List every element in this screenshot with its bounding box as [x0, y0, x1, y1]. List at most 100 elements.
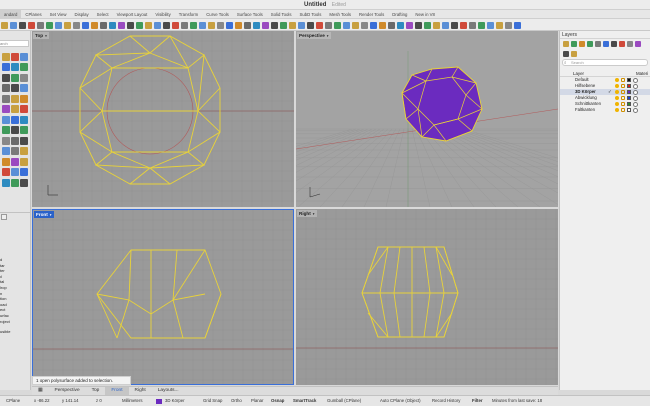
- palette-tool-icon[interactable]: [20, 168, 28, 176]
- toolbar-tool-icon[interactable]: [307, 21, 314, 29]
- toolbar-tool-icon[interactable]: [406, 21, 413, 29]
- viewport-front[interactable]: Front ▾: [32, 209, 294, 385]
- toolbar-tool-icon[interactable]: [118, 21, 125, 29]
- palette-tool-icon[interactable]: [11, 73, 19, 82]
- toolbar-tool-icon[interactable]: [145, 21, 152, 29]
- palette-tool-icon[interactable]: [2, 136, 10, 145]
- toolbar-tool-icon[interactable]: [271, 21, 278, 29]
- palette-tool-icon[interactable]: [11, 84, 19, 92]
- palette-tool-icon[interactable]: [20, 126, 28, 134]
- viewport-tab-4[interactable]: Layouts...: [152, 387, 185, 395]
- visibility-bulb-icon[interactable]: [615, 102, 619, 106]
- palette-tool-icon[interactable]: [2, 126, 10, 134]
- toolbar-tool-icon[interactable]: [217, 21, 224, 29]
- viewport-right-label[interactable]: Right ▾: [297, 210, 317, 217]
- palette-tool-icon[interactable]: [2, 178, 10, 187]
- layer-tool-icon[interactable]: [619, 41, 625, 47]
- toolbar-tool-icon[interactable]: [190, 21, 197, 29]
- viewport-perspective-label[interactable]: Perspective ▾: [297, 32, 331, 39]
- visibility-bulb-icon[interactable]: [615, 108, 619, 112]
- toolbar-tool-icon[interactable]: [82, 21, 89, 29]
- palette-tool-icon[interactable]: [11, 94, 19, 103]
- toolbar-tool-icon[interactable]: [172, 21, 179, 29]
- toolbar-tool-icon[interactable]: [226, 21, 233, 29]
- record-history-toggle[interactable]: Record History: [432, 396, 460, 406]
- layer-tool-icon[interactable]: [563, 41, 569, 47]
- command-search-input[interactable]: arch: [0, 40, 29, 47]
- toolbar-tool-icon[interactable]: [127, 21, 134, 29]
- layer-tool-icon[interactable]: [571, 51, 577, 57]
- viewport-grid-icon[interactable]: ▦: [32, 387, 49, 395]
- palette-tool-icon[interactable]: [11, 52, 19, 61]
- viewport-top-label[interactable]: Top ▾: [33, 32, 49, 39]
- palette-tool-icon[interactable]: [20, 147, 28, 155]
- tab-1[interactable]: CPlanes: [21, 10, 45, 18]
- palette-toggle-icon[interactable]: [1, 214, 7, 220]
- status-cplane[interactable]: CPlane: [6, 396, 20, 406]
- layer-tool-icon[interactable]: [635, 41, 641, 47]
- palette-tool-icon[interactable]: [2, 52, 10, 61]
- palette-tool-icon[interactable]: [11, 136, 19, 145]
- palette-tool-icon[interactable]: [20, 73, 28, 82]
- toolbar-tool-icon[interactable]: [73, 21, 80, 29]
- palette-tool-icon[interactable]: [11, 178, 19, 187]
- viewport-right[interactable]: Right ▾: [296, 209, 558, 385]
- toolbar-tool-icon[interactable]: [379, 21, 386, 29]
- toolbar-tool-icon[interactable]: [487, 21, 494, 29]
- lock-icon[interactable]: [621, 108, 625, 112]
- toolbar-tool-icon[interactable]: [370, 21, 377, 29]
- lock-icon[interactable]: [621, 84, 625, 88]
- toolbar-tool-icon[interactable]: [505, 21, 512, 29]
- ortho-toggle[interactable]: Ortho: [231, 396, 242, 406]
- lock-icon[interactable]: [621, 78, 625, 82]
- toolbar-tool-icon[interactable]: [199, 21, 206, 29]
- layer-color-swatch[interactable]: [627, 96, 631, 100]
- visibility-bulb-icon[interactable]: [615, 96, 619, 100]
- viewport-tab-0[interactable]: Perspective: [49, 387, 86, 395]
- palette-tool-icon[interactable]: [20, 136, 28, 145]
- palette-tool-icon[interactable]: [20, 105, 28, 113]
- toolbar-tool-icon[interactable]: [235, 21, 242, 29]
- palette-tool-icon[interactable]: [2, 63, 10, 71]
- toolbar-tool-icon[interactable]: [109, 21, 116, 29]
- palette-tool-icon[interactable]: [11, 105, 19, 113]
- palette-tool-icon[interactable]: [11, 168, 19, 176]
- tab-13[interactable]: Render Tools: [355, 10, 388, 18]
- toolbar-tool-icon[interactable]: [181, 21, 188, 29]
- lock-icon[interactable]: [621, 90, 625, 94]
- tab-2[interactable]: Set View: [46, 10, 71, 18]
- tab-0[interactable]: andard: [0, 10, 22, 18]
- palette-tool-icon[interactable]: [2, 168, 10, 176]
- toolbar-tool-icon[interactable]: [253, 21, 260, 29]
- layer-search-input[interactable]: ⌕ Search: [562, 59, 648, 66]
- layer-tool-icon[interactable]: [611, 41, 617, 47]
- auto-cplane-toggle[interactable]: Auto CPlane (Object): [380, 396, 421, 406]
- layer-material-icon[interactable]: [633, 89, 638, 95]
- tab-7[interactable]: Transform: [175, 10, 202, 18]
- toolbar-tool-icon[interactable]: [262, 21, 269, 29]
- lock-icon[interactable]: [621, 96, 625, 100]
- toolbar-tool-icon[interactable]: [469, 21, 476, 29]
- toolbar-tool-icon[interactable]: [64, 21, 71, 29]
- toolbar-tool-icon[interactable]: [415, 21, 422, 29]
- tab-4[interactable]: Select: [93, 10, 113, 18]
- layer-color-swatch[interactable]: [627, 102, 631, 106]
- tab-11[interactable]: SubD Tools: [295, 10, 325, 18]
- toolbar-tool-icon[interactable]: [28, 21, 35, 29]
- viewport-front-label[interactable]: Front ▾: [34, 211, 54, 218]
- grid-snap-toggle[interactable]: Grid Snap: [203, 396, 222, 406]
- toolbar-tool-icon[interactable]: [388, 21, 395, 29]
- viewport-tab-1[interactable]: Top: [86, 387, 106, 395]
- palette-tool-icon[interactable]: [20, 94, 28, 103]
- layer-tool-icon[interactable]: [595, 41, 601, 47]
- palette-tool-icon[interactable]: [2, 73, 10, 82]
- palette-tool-icon[interactable]: [20, 115, 28, 124]
- viewport-tab-2[interactable]: Front: [105, 387, 129, 395]
- viewport-tab-3[interactable]: Right: [129, 387, 152, 395]
- toolbar-tool-icon[interactable]: [424, 21, 431, 29]
- toolbar-tool-icon[interactable]: [325, 21, 332, 29]
- toolbar-tool-icon[interactable]: [316, 21, 323, 29]
- tab-12[interactable]: Mesh Tools: [325, 10, 355, 18]
- layer-color-swatch[interactable]: [627, 90, 631, 94]
- palette-tool-icon[interactable]: [2, 157, 10, 166]
